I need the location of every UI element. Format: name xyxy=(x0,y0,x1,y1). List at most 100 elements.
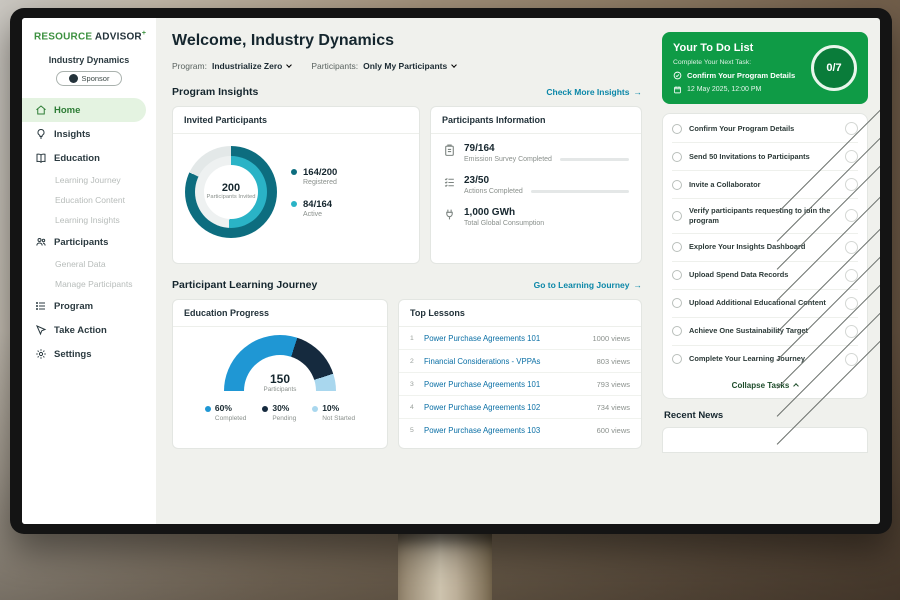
registered-label: Registered xyxy=(303,179,337,186)
task-chevron-right-icon[interactable] xyxy=(845,325,858,338)
task-checkbox[interactable] xyxy=(672,211,682,221)
todo-tasks-card: Confirm Your Program Details Send 50 Inv… xyxy=(662,113,868,399)
sidebar-item-home[interactable]: Home xyxy=(22,98,146,122)
task-chevron-right-icon[interactable] xyxy=(845,353,858,366)
sidebar-item-learning-journey[interactable]: Learning Journey xyxy=(22,170,156,190)
gauge-center-label: Participants xyxy=(224,386,336,393)
todo-panel: Your To Do List Complete Your Next Task:… xyxy=(654,18,880,524)
brand-logo: RESOURCE ADVISOR+ xyxy=(22,30,156,42)
lesson-link[interactable]: Power Purchase Agreements 102 xyxy=(424,403,590,412)
task-chevron-right-icon[interactable] xyxy=(845,269,858,282)
brand-plus: + xyxy=(142,30,146,37)
sidebar-item-education-content[interactable]: Education Content xyxy=(22,190,156,210)
global-consumption-value: 1,000 GWh xyxy=(464,207,629,218)
lesson-link[interactable]: Power Purchase Agreements 101 xyxy=(424,380,590,389)
task-chevron-right-icon[interactable] xyxy=(845,241,858,254)
lesson-link[interactable]: Financial Considerations - VPPAs xyxy=(424,357,590,366)
completed-dot xyxy=(205,406,211,412)
task-checkbox[interactable] xyxy=(672,298,682,308)
task-checkbox[interactable] xyxy=(672,270,682,280)
sidebar-item-participants[interactable]: Participants xyxy=(22,230,156,254)
program-insights-title: Program Insights xyxy=(172,86,258,98)
lesson-link[interactable]: Power Purchase Agreements 101 xyxy=(424,334,585,343)
brand-primary: RESOURCE xyxy=(34,31,92,42)
sidebar-item-manage-participants[interactable]: Manage Participants xyxy=(22,274,156,294)
dashboard-screen: RESOURCE ADVISOR+ Industry Dynamics Spon… xyxy=(22,18,880,524)
emission-survey-label: Emission Survey Completed xyxy=(464,156,552,163)
task-label: Confirm Your Program Details xyxy=(689,124,838,134)
legend-item-pending: 30% Pending xyxy=(262,403,296,422)
task-chevron-right-icon[interactable] xyxy=(845,209,858,222)
sponsor-badge[interactable]: Sponsor xyxy=(56,71,122,86)
todo-task-row[interactable]: Confirm Your Program Details xyxy=(672,115,858,143)
plug-icon xyxy=(443,208,456,221)
learning-journey-title: Participant Learning Journey xyxy=(172,279,317,291)
not-started-label: Not Started xyxy=(322,415,355,422)
lesson-rank: 4 xyxy=(410,404,417,411)
sidebar-item-program[interactable]: Program xyxy=(22,294,156,318)
top-lessons-title: Top Lessons xyxy=(399,300,641,327)
todo-progress-ring: 0/7 xyxy=(811,45,857,91)
not-started-pct: 10% xyxy=(322,403,339,413)
check-more-insights-link[interactable]: Check More Insights → xyxy=(546,87,642,97)
legend-item-completed: 60% Completed xyxy=(205,403,246,422)
task-chevron-right-icon[interactable] xyxy=(845,297,858,310)
learning-journey-header: Participant Learning Journey Go to Learn… xyxy=(172,279,642,291)
task-chevron-right-icon[interactable] xyxy=(845,122,858,135)
program-insights-cards: Invited Participants 200 Participants In… xyxy=(172,106,642,264)
program-filter-value: Industrialize Zero xyxy=(212,61,282,71)
not-started-dot xyxy=(312,406,318,412)
global-consumption-label: Total Global Consumption xyxy=(464,220,544,227)
participants-information-title: Participants Information xyxy=(431,107,641,134)
org-name: Industry Dynamics xyxy=(22,55,156,65)
sidebar-item-take-action[interactable]: Take Action xyxy=(22,318,156,342)
participants-filter-dropdown[interactable]: Participants: Only My Participants xyxy=(311,61,456,71)
home-icon xyxy=(35,104,47,116)
arrow-right-icon: → xyxy=(634,280,643,290)
task-checkbox[interactable] xyxy=(672,124,682,134)
actions-completed-progressbar xyxy=(531,190,629,193)
sidebar-item-label: Education xyxy=(54,153,100,164)
emission-survey-value: 79/164 xyxy=(464,143,629,154)
task-checkbox[interactable] xyxy=(672,242,682,252)
task-checkbox[interactable] xyxy=(672,326,682,336)
program-filter-label: Program: xyxy=(172,61,207,71)
invited-participants-card: Invited Participants 200 Participants In… xyxy=(172,106,420,264)
lesson-link[interactable]: Power Purchase Agreements 103 xyxy=(424,426,590,435)
lesson-row: 5 Power Purchase Agreements 103 600 view… xyxy=(399,419,641,441)
go-to-learning-journey-link[interactable]: Go to Learning Journey → xyxy=(534,280,642,290)
invited-center-label: Participants Invited xyxy=(207,194,256,201)
lesson-row: 2 Financial Considerations - VPPAs 803 v… xyxy=(399,350,641,373)
lesson-row: 4 Power Purchase Agreements 102 734 view… xyxy=(399,396,641,419)
task-checkbox[interactable] xyxy=(672,180,682,190)
task-checkbox[interactable] xyxy=(672,354,682,364)
participants-filter-value: Only My Participants xyxy=(363,61,447,71)
sidebar-item-label: Participants xyxy=(54,237,108,248)
sidebar-item-education[interactable]: Education xyxy=(22,146,156,170)
task-chevron-right-icon[interactable] xyxy=(845,178,858,191)
lesson-views: 1000 views xyxy=(592,334,630,343)
arrow-right-icon: → xyxy=(634,87,643,97)
education-progress-title: Education Progress xyxy=(173,300,387,327)
program-insights-header: Program Insights Check More Insights → xyxy=(172,86,642,98)
sidebar-item-learning-insights[interactable]: Learning Insights xyxy=(22,210,156,230)
todo-progress-count: 0/7 xyxy=(826,62,841,74)
program-filter-dropdown[interactable]: Program: Industrialize Zero xyxy=(172,61,291,71)
sidebar-item-general-data[interactable]: General Data xyxy=(22,254,156,274)
lesson-views: 600 views xyxy=(597,426,630,435)
gear-icon xyxy=(35,348,47,360)
education-progress-body: 150 Participants 60% Completed 30% xyxy=(173,327,387,422)
lesson-row: 3 Power Purchase Agreements 101 793 view… xyxy=(399,373,641,396)
sidebar-item-settings[interactable]: Settings xyxy=(22,342,156,366)
actions-completed-value: 23/50 xyxy=(464,175,629,186)
sidebar-item-label: Take Action xyxy=(54,325,107,336)
task-checkbox[interactable] xyxy=(672,152,682,162)
legend-item-not-started: 10% Not Started xyxy=(312,403,355,422)
sidebar: RESOURCE ADVISOR+ Industry Dynamics Spon… xyxy=(22,18,156,524)
actions-completed-label: Actions Completed xyxy=(464,188,523,195)
task-chevron-right-icon[interactable] xyxy=(845,150,858,163)
sidebar-nav: Home Insights Education Learning Journey… xyxy=(22,98,156,366)
todo-next-due-label: 12 May 2025, 12:00 PM xyxy=(687,86,761,93)
sidebar-item-insights[interactable]: Insights xyxy=(22,122,156,146)
checklist-icon xyxy=(443,176,456,189)
